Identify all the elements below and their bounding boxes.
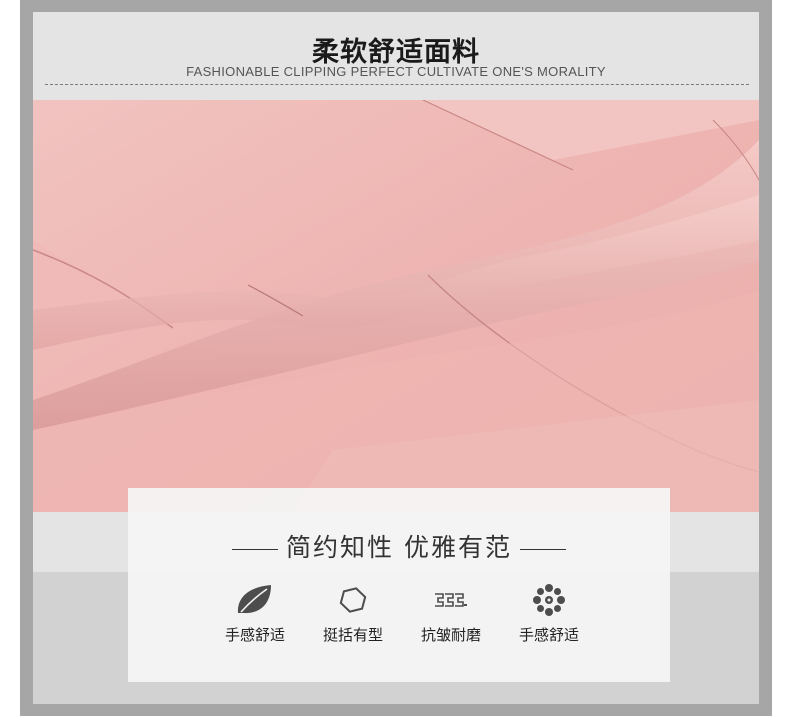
feature-label: 手感舒适	[224, 626, 285, 644]
slogan: 简约知性 优雅有范	[128, 528, 670, 564]
page-subtitle: FASHIONABLE CLIPPING PERFECT CULTIVATE O…	[186, 64, 606, 79]
pattern-icon	[406, 580, 496, 620]
feature-item: 抗皱耐磨	[406, 580, 496, 645]
content-panel: 柔软舒适面料 FASHIONABLE CLIPPING PERFECT CULT…	[33, 12, 759, 704]
feature-label: 手感舒适	[518, 626, 579, 644]
feature-item: 手感舒适	[210, 580, 300, 645]
feature-label: 挺括有型	[322, 626, 383, 644]
slogan-rule-right	[519, 548, 566, 550]
feature-item: 挺括有型	[308, 580, 398, 645]
leaf-icon	[210, 580, 300, 620]
feature-label: 抗皱耐磨	[420, 626, 481, 644]
flower-icon	[504, 580, 594, 620]
fabric-image	[33, 100, 759, 512]
dotted-divider	[45, 84, 749, 85]
hexagon-icon	[308, 580, 398, 620]
slogan-rule-left	[232, 548, 279, 550]
slogan-text: 简约知性 优雅有范	[286, 533, 512, 562]
feature-card: 简约知性 优雅有范 手感舒适 挺括有型 抗皱耐磨 手感舒适	[128, 488, 670, 682]
header: 柔软舒适面料 FASHIONABLE CLIPPING PERFECT CULT…	[33, 12, 759, 100]
feature-item: 手感舒适	[504, 580, 594, 645]
